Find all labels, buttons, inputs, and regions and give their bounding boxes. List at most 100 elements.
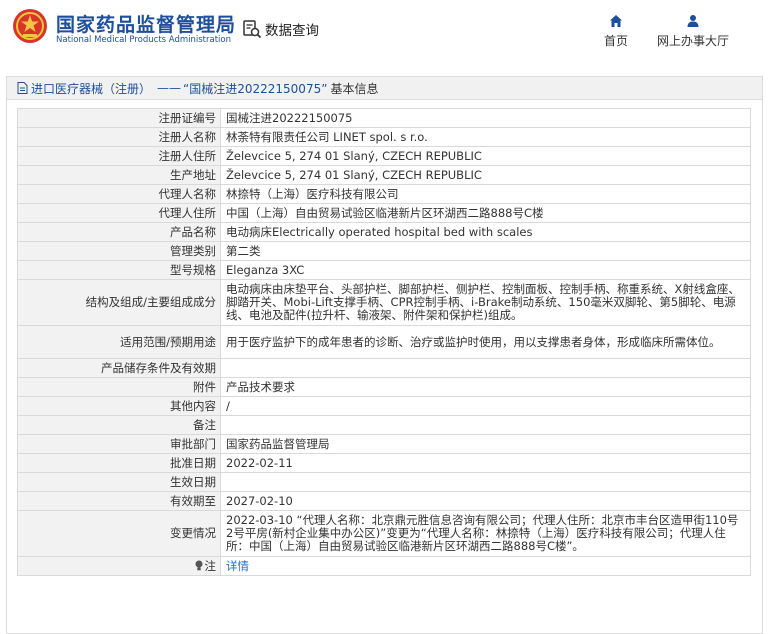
field-label-text: 注册人住所 bbox=[158, 148, 217, 163]
table-row: 变更情况 2022-03-10 “代理人名称：北京鼎元胜信息咨询有限公司；代理人住… bbox=[17, 510, 751, 557]
field-label-text: 生产地址 bbox=[170, 167, 216, 182]
field-label: 生效日期 bbox=[17, 472, 221, 492]
table-row: 注详情 bbox=[17, 556, 751, 576]
breadcrumb-category[interactable]: 进口医疗器械（注册） bbox=[31, 80, 151, 97]
breadcrumb-title: 基本信息 bbox=[330, 81, 379, 96]
field-label-text: 型号规格 bbox=[170, 262, 216, 277]
field-label: 生产地址 bbox=[17, 165, 221, 185]
field-value: 2022-02-11 bbox=[220, 453, 751, 473]
field-value bbox=[220, 415, 751, 435]
field-label-text: 审批部门 bbox=[170, 436, 216, 451]
nav-online-office[interactable]: 网上办事大厅 bbox=[657, 14, 729, 49]
field-label: 注册人住所 bbox=[17, 146, 221, 166]
field-value: 中国（上海）自由贸易试验区临港新片区环湖西二路888号C楼 bbox=[220, 203, 751, 223]
field-label-text: 代理人住所 bbox=[158, 205, 217, 220]
field-label: 其他内容 bbox=[17, 396, 221, 416]
national-emblem-icon[interactable] bbox=[12, 8, 48, 44]
field-value: 林捺特（上海）医疗科技有限公司 bbox=[220, 184, 751, 204]
field-label-text: 结构及组成/主要组成成分 bbox=[85, 295, 216, 309]
field-label: 注册证编号 bbox=[17, 108, 221, 128]
field-value: 电动病床由床垫平台、头部护栏、脚部护栏、侧护栏、控制面板、控制手柄、称重系统、X… bbox=[220, 279, 751, 326]
details-link[interactable]: 详情 bbox=[226, 559, 249, 573]
field-label-text: 批准日期 bbox=[170, 455, 216, 470]
user-icon bbox=[687, 15, 699, 27]
table-row: 结构及组成/主要组成成分 电动病床由床垫平台、头部护栏、脚部护栏、侧护栏、控制面板… bbox=[17, 279, 751, 326]
field-value-text: 电动病床Electrically operated hospital bed w… bbox=[226, 224, 533, 239]
field-value: 2027-02-10 bbox=[220, 491, 751, 511]
field-label-text: 注 bbox=[204, 558, 217, 573]
field-value-text: Želevcice 5, 274 01 Slaný, CZECH REPUBLI… bbox=[226, 167, 482, 182]
field-label-text: 产品储存条件及有效期 bbox=[101, 360, 216, 375]
breadcrumb: 进口医疗器械（注册） —— “国械注进20222150075” 基本信息 bbox=[6, 76, 763, 100]
field-value-text: 产品技术要求 bbox=[226, 379, 295, 394]
field-label: 备注 bbox=[17, 415, 221, 435]
field-label-text: 代理人名称 bbox=[158, 186, 217, 201]
table-row: 有效期至 2027-02-10 bbox=[17, 491, 751, 511]
org-name-en[interactable]: National Medical Products Administration bbox=[56, 35, 231, 45]
home-icon bbox=[610, 15, 622, 27]
field-value-text: 林荼特有限责任公司 LINET spol. s r.o. bbox=[226, 129, 428, 144]
field-label: 代理人名称 bbox=[17, 184, 221, 204]
table-row: 代理人名称 林捺特（上海）医疗科技有限公司 bbox=[17, 184, 751, 204]
field-value: 2022-03-10 “代理人名称：北京鼎元胜信息咨询有限公司；代理人住所：北京… bbox=[220, 510, 751, 557]
field-value-text: 中国（上海）自由贸易试验区临港新片区环湖西二路888号C楼 bbox=[226, 205, 544, 220]
field-label: 注 bbox=[17, 556, 221, 576]
field-label-text: 有效期至 bbox=[170, 493, 216, 508]
table-row: 备注 bbox=[17, 415, 751, 435]
table-row: 产品储存条件及有效期 bbox=[17, 358, 751, 378]
data-query-link[interactable]: 数据查询 bbox=[242, 18, 319, 40]
field-label: 管理类别 bbox=[17, 241, 221, 261]
table-row: 注册证编号 国械注进20222150075 bbox=[17, 108, 751, 128]
breadcrumb-record: “国械注进20222150075” bbox=[183, 81, 328, 96]
field-label-text: 附件 bbox=[193, 379, 216, 394]
field-value-text: 2027-02-10 bbox=[226, 493, 293, 508]
table-row: 其他内容 / bbox=[17, 396, 751, 416]
table-row: 生产地址 Želevcice 5, 274 01 Slaný, CZECH REP… bbox=[17, 165, 751, 185]
field-label-text: 生效日期 bbox=[170, 474, 216, 489]
table-row: 产品名称 电动病床Electrically operated hospital b… bbox=[17, 222, 751, 242]
field-value: 详情 bbox=[220, 556, 751, 576]
field-value-text: Želevcice 5, 274 01 Slaný, CZECH REPUBLI… bbox=[226, 148, 482, 163]
table-row: 注册人住所 Želevcice 5, 274 01 Slaný, CZECH RE… bbox=[17, 146, 751, 166]
field-value-text: 国家药品监督管理局 bbox=[226, 436, 330, 451]
field-value: 产品技术要求 bbox=[220, 377, 751, 397]
field-value: 第二类 bbox=[220, 241, 751, 261]
table-row: 代理人住所 中国（上海）自由贸易试验区临港新片区环湖西二路888号C楼 bbox=[17, 203, 751, 223]
field-label-text: 产品名称 bbox=[170, 224, 216, 239]
field-label-text: 变更情况 bbox=[170, 526, 216, 540]
field-value-text: 2022-02-11 bbox=[226, 455, 293, 470]
nav-home-label: 首页 bbox=[604, 34, 629, 48]
field-value-text: 电动病床由床垫平台、头部护栏、脚部护栏、侧护栏、控制面板、控制手柄、称重系统、X… bbox=[226, 282, 740, 322]
field-label: 注册人名称 bbox=[17, 127, 221, 147]
field-value: Želevcice 5, 274 01 Slaný, CZECH REPUBLI… bbox=[220, 146, 751, 166]
data-query-label: 数据查询 bbox=[265, 23, 319, 39]
field-value: 电动病床Electrically operated hospital bed w… bbox=[220, 222, 751, 242]
table-row: 审批部门 国家药品监督管理局 bbox=[17, 434, 751, 454]
data-search-icon bbox=[243, 20, 262, 39]
table-row: 适用范围/预期用途 用于医疗监护下的成年患者的诊断、治疗或监护时使用，用以支撑患者… bbox=[17, 325, 751, 359]
table-row: 批准日期 2022-02-11 bbox=[17, 453, 751, 473]
field-value bbox=[220, 472, 751, 492]
field-label-text: 其他内容 bbox=[170, 398, 216, 413]
field-value: 林荼特有限责任公司 LINET spol. s r.o. bbox=[220, 127, 751, 147]
table-row: 附件 产品技术要求 bbox=[17, 377, 751, 397]
nav-home[interactable]: 首页 bbox=[604, 14, 628, 49]
field-label: 有效期至 bbox=[17, 491, 221, 511]
field-value-text: 林捺特（上海）医疗科技有限公司 bbox=[226, 186, 399, 201]
org-name-cn[interactable]: 国家药品监督管理局 bbox=[56, 10, 236, 37]
field-value-text: / bbox=[226, 398, 230, 413]
field-label: 附件 bbox=[17, 377, 221, 397]
field-label: 产品名称 bbox=[17, 222, 221, 242]
field-label: 代理人住所 bbox=[17, 203, 221, 223]
field-label-text: 备注 bbox=[193, 417, 216, 432]
field-label-text: 管理类别 bbox=[170, 243, 216, 258]
site-header: 国家药品监督管理局 National Medical Products Admi… bbox=[0, 0, 769, 62]
field-label-text: 适用范围/预期用途 bbox=[120, 334, 216, 349]
lightbulb-icon bbox=[195, 560, 202, 570]
field-value-text: 国械注进20222150075 bbox=[226, 110, 353, 125]
field-value-text: 用于医疗监护下的成年患者的诊断、治疗或监护时使用，用以支撑患者身体，形成临床所需… bbox=[226, 334, 721, 349]
field-label-text: 注册证编号 bbox=[158, 110, 217, 125]
field-label-text: 注册人名称 bbox=[158, 129, 217, 144]
field-value: Želevcice 5, 274 01 Slaný, CZECH REPUBLI… bbox=[220, 165, 751, 185]
field-label: 适用范围/预期用途 bbox=[17, 325, 221, 359]
